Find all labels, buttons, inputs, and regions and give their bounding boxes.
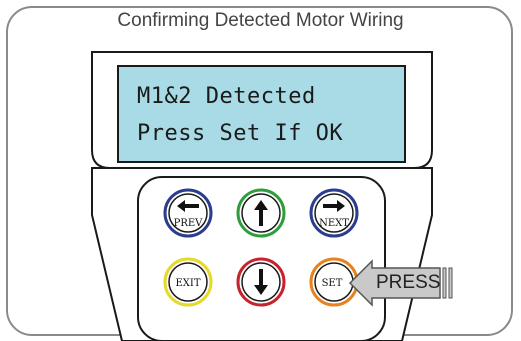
press-callout-label: PRESS bbox=[376, 272, 441, 293]
lcd-line-2: Press Set If OK bbox=[137, 121, 344, 146]
exit-button-label: EXIT bbox=[175, 278, 200, 289]
next-button-label: NEXT bbox=[319, 218, 349, 229]
prev-button[interactable]: PREV bbox=[163, 188, 213, 238]
controller-device: PREV NEXT EXIT SET bbox=[91, 51, 453, 341]
up-button[interactable] bbox=[236, 188, 286, 238]
down-button[interactable] bbox=[236, 257, 286, 307]
prev-button-label: PREV bbox=[174, 218, 204, 229]
exit-button[interactable]: EXIT bbox=[163, 257, 213, 307]
next-button[interactable]: NEXT bbox=[309, 188, 359, 238]
lcd-screen bbox=[117, 65, 406, 163]
lcd-line-1: M1&2 Detected bbox=[137, 84, 316, 109]
set-button-label: SET bbox=[322, 278, 343, 289]
